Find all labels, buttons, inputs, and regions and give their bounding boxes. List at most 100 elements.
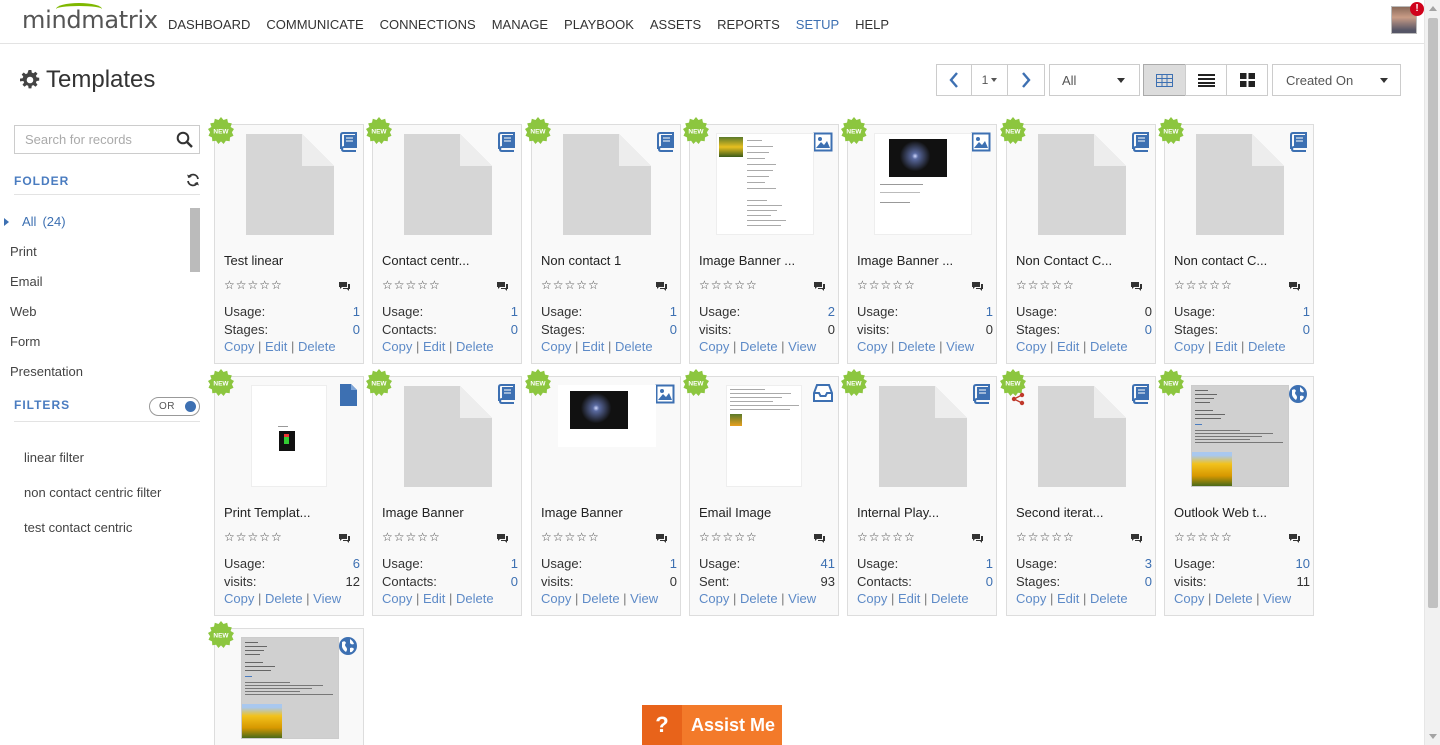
edit-link[interactable]: Edit: [1057, 339, 1079, 354]
secondary-stat-value[interactable]: 0: [1145, 322, 1152, 337]
edit-link[interactable]: Edit: [423, 339, 445, 354]
usage-count[interactable]: 1: [986, 304, 993, 319]
page-number-select[interactable]: 1: [971, 64, 1008, 96]
secondary-stat-value[interactable]: 0: [511, 574, 518, 589]
copy-link[interactable]: Copy: [1174, 339, 1204, 354]
search-icon[interactable]: [176, 131, 193, 148]
usage-count[interactable]: 2: [828, 304, 835, 319]
saved-filter-item[interactable]: test contact centric: [24, 520, 132, 535]
star-rating[interactable]: ☆☆☆☆☆: [1016, 278, 1075, 292]
saved-filter-item[interactable]: non contact centric filter: [24, 485, 161, 500]
template-card[interactable]: NEW Internal Play... ☆☆☆☆☆ Usage: 1 Contacts:…: [841, 369, 997, 616]
usage-count[interactable]: 1: [1303, 304, 1310, 319]
template-card[interactable]: NEW Contact centr... ☆☆☆☆☆ Usage: 1 Contacts:…: [366, 117, 522, 364]
copy-link[interactable]: Copy: [699, 339, 729, 354]
template-card[interactable]: NEW Test linear ☆☆☆☆☆ Usage: 1 Stages: 0 Copy |…: [208, 117, 364, 364]
comments-icon[interactable]: [1288, 531, 1301, 549]
folder-item-web[interactable]: Web: [10, 304, 37, 319]
comments-icon[interactable]: [496, 279, 509, 297]
type-filter-dropdown[interactable]: All: [1049, 64, 1140, 96]
template-title[interactable]: Internal Play...: [857, 505, 989, 520]
template-card[interactable]: NEW Non contact C... ☆☆☆☆☆ Usage: 1 Stages: 0 C…: [1158, 117, 1314, 364]
delete-link[interactable]: Delete: [898, 339, 936, 354]
star-rating[interactable]: ☆☆☆☆☆: [224, 530, 283, 544]
template-card[interactable]: NEW Image Banner ☆☆☆☆☆ Usage: 1 visits: 0 Copy …: [525, 369, 681, 616]
comments-icon[interactable]: [496, 531, 509, 549]
comments-icon[interactable]: [971, 531, 984, 549]
comments-icon[interactable]: [338, 531, 351, 549]
usage-count[interactable]: 10: [1296, 556, 1310, 571]
template-title[interactable]: Test linear: [224, 253, 356, 268]
delete-link[interactable]: Delete: [265, 591, 303, 606]
nav-item-playbook[interactable]: PLAYBOOK: [564, 17, 634, 32]
usage-count[interactable]: 0: [1145, 304, 1152, 319]
comments-icon[interactable]: [338, 279, 351, 297]
template-card[interactable]: NEW Non contact 1 ☆☆☆☆☆ Usage: 1 Stages: 0 Copy…: [525, 117, 681, 364]
copy-link[interactable]: Copy: [857, 339, 887, 354]
nav-item-dashboard[interactable]: DASHBOARD: [168, 17, 250, 32]
copy-link[interactable]: Copy: [1016, 591, 1046, 606]
logo[interactable]: mindmatrix: [22, 3, 158, 34]
folder-list-scrollbar[interactable]: [190, 208, 200, 272]
folder-item-presentation[interactable]: Presentation: [10, 364, 83, 379]
comments-icon[interactable]: [813, 279, 826, 297]
prev-page-button[interactable]: [936, 64, 972, 96]
template-title[interactable]: Second iterat...: [1016, 505, 1148, 520]
nav-item-assets[interactable]: ASSETS: [650, 17, 701, 32]
template-title[interactable]: Contact centr...: [382, 253, 514, 268]
comments-icon[interactable]: [1130, 279, 1143, 297]
share-icon[interactable]: [1011, 392, 1025, 411]
notification-badge[interactable]: !: [1410, 2, 1424, 16]
scroll-up-arrow[interactable]: [1429, 6, 1437, 11]
view-link[interactable]: View: [1263, 591, 1291, 606]
delete-link[interactable]: Delete: [1090, 339, 1128, 354]
star-rating[interactable]: ☆☆☆☆☆: [382, 530, 441, 544]
edit-link[interactable]: Edit: [265, 339, 287, 354]
star-rating[interactable]: ☆☆☆☆☆: [699, 278, 758, 292]
template-card[interactable]: NEW Image Banner ... ☆☆☆☆☆ Usage: 2 visits: 0 C…: [683, 117, 839, 364]
comments-icon[interactable]: [971, 279, 984, 297]
delete-link[interactable]: Delete: [1248, 339, 1286, 354]
folder-item-email[interactable]: Email: [10, 274, 43, 289]
delete-link[interactable]: Delete: [582, 591, 620, 606]
copy-link[interactable]: Copy: [224, 339, 254, 354]
copy-link[interactable]: Copy: [857, 591, 887, 606]
or-and-toggle[interactable]: OR: [149, 397, 200, 416]
usage-count[interactable]: 6: [353, 556, 360, 571]
list-view-button[interactable]: [1185, 64, 1227, 96]
nav-item-manage[interactable]: MANAGE: [492, 17, 548, 32]
template-title[interactable]: Print Templat...: [224, 505, 356, 520]
star-rating[interactable]: ☆☆☆☆☆: [1016, 530, 1075, 544]
usage-count[interactable]: 1: [670, 304, 677, 319]
copy-link[interactable]: Copy: [699, 591, 729, 606]
nav-item-connections[interactable]: CONNECTIONS: [380, 17, 476, 32]
star-rating[interactable]: ☆☆☆☆☆: [1174, 530, 1233, 544]
usage-count[interactable]: 1: [511, 304, 518, 319]
secondary-stat-value[interactable]: 0: [986, 574, 993, 589]
star-rating[interactable]: ☆☆☆☆☆: [857, 278, 916, 292]
copy-link[interactable]: Copy: [382, 591, 412, 606]
refresh-icon[interactable]: [186, 173, 200, 187]
view-link[interactable]: View: [788, 591, 816, 606]
delete-link[interactable]: Delete: [740, 339, 778, 354]
secondary-stat-value[interactable]: 0: [670, 322, 677, 337]
star-rating[interactable]: ☆☆☆☆☆: [699, 530, 758, 544]
folder-item-print[interactable]: Print: [10, 244, 37, 259]
secondary-stat-value[interactable]: 0: [511, 322, 518, 337]
folder-item-form[interactable]: Form: [10, 334, 40, 349]
usage-count[interactable]: 1: [353, 304, 360, 319]
template-title[interactable]: Image Banner ...: [857, 253, 989, 268]
folder-item-all[interactable]: All (24): [4, 214, 66, 229]
template-title[interactable]: Non Contact C...: [1016, 253, 1148, 268]
template-card[interactable]: NEW Second iterat... ☆☆☆☆☆ Usage: 3 Stages: 0 C…: [1000, 369, 1156, 616]
nav-item-setup[interactable]: SETUP: [796, 17, 839, 32]
assist-me-button[interactable]: ? Assist Me: [642, 705, 782, 745]
view-link[interactable]: View: [630, 591, 658, 606]
grid-view-button[interactable]: [1143, 64, 1186, 96]
nav-item-help[interactable]: HELP: [855, 17, 889, 32]
copy-link[interactable]: Copy: [541, 339, 571, 354]
edit-link[interactable]: Edit: [582, 339, 604, 354]
edit-link[interactable]: Edit: [898, 591, 920, 606]
delete-link[interactable]: Delete: [1215, 591, 1253, 606]
copy-link[interactable]: Copy: [382, 339, 412, 354]
